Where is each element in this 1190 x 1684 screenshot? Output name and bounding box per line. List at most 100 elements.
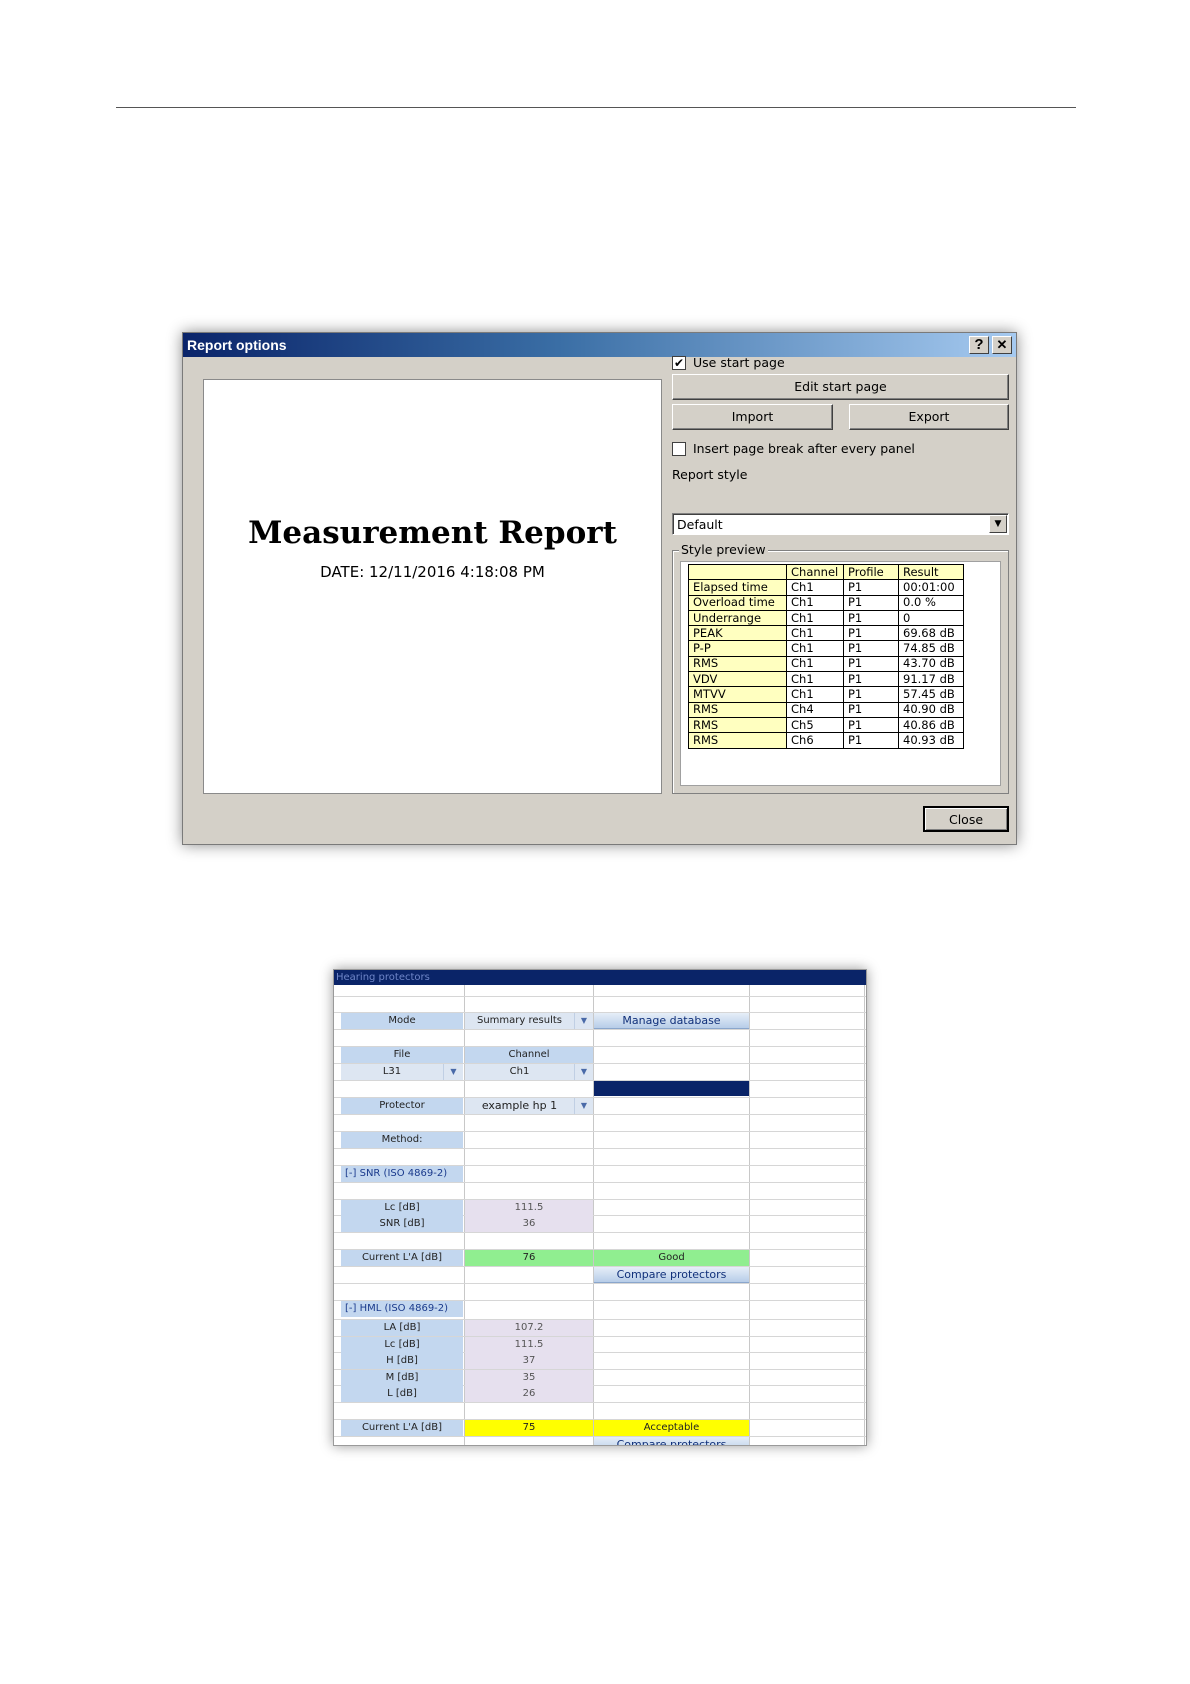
protector-select[interactable]: example hp 1	[465, 1098, 574, 1114]
style-table-cell: 91.17 dB	[898, 671, 964, 688]
close-button[interactable]: Close	[923, 806, 1009, 832]
style-table-row: RMS Ch4 P1 40.90 dB	[688, 701, 964, 718]
style-table-cell: Ch1	[786, 671, 844, 688]
style-table-header-cell: Result	[898, 563, 964, 581]
lc2-label: Lc [dB]	[341, 1337, 463, 1353]
grid-line	[334, 1402, 866, 1403]
grid-line	[334, 1148, 866, 1149]
manage-database-button[interactable]: Manage database	[594, 1013, 749, 1029]
style-table-cell: 40.90 dB	[898, 701, 964, 718]
style-table-cell: 00:01:00	[898, 579, 964, 596]
style-table-cell: 40.93 dB	[898, 732, 964, 749]
lc-label: Lc [dB]	[341, 1200, 463, 1216]
mode-label: Mode	[341, 1013, 463, 1029]
mode-dropdown-icon[interactable]: ▼	[574, 1013, 593, 1029]
grid-line	[334, 1029, 866, 1030]
style-preview-table: Channel Profile Result Elapsed time Ch1 P1 00:…	[688, 563, 964, 749]
l-label: L [dB]	[341, 1386, 463, 1402]
style-table-cell: RMS	[688, 716, 787, 734]
style-table-cell: Ch1	[786, 579, 844, 596]
h-label: H [dB]	[341, 1353, 463, 1369]
grid-line	[334, 1232, 866, 1233]
current-la-hml-label: Current L'A [dB]	[341, 1420, 463, 1436]
file-select[interactable]: L31	[341, 1064, 443, 1080]
file-dropdown-icon[interactable]: ▼	[443, 1064, 463, 1080]
file-label: File	[341, 1047, 463, 1063]
use-start-page-label: Use start page	[693, 355, 785, 370]
style-table-cell: RMS	[688, 732, 787, 749]
style-table-cell: P-P	[688, 640, 787, 657]
style-table-header-row: Channel Profile Result	[688, 563, 964, 581]
style-table-cell: Overload time	[688, 594, 787, 611]
snr-rating-badge: Good	[594, 1250, 749, 1266]
use-start-page-checkbox[interactable]: ✔	[672, 355, 686, 370]
style-preview-area: Channel Profile Result Elapsed time Ch1 P1 00:…	[680, 561, 1001, 786]
channel-select[interactable]: Ch1	[465, 1064, 574, 1080]
page-header-rule	[116, 107, 1076, 108]
style-table-cell: Ch1	[786, 655, 844, 673]
mode-select[interactable]: Summary results	[465, 1013, 574, 1029]
style-table-cell: P1	[843, 609, 899, 627]
compare-protectors-button-2[interactable]: Compare protectors	[594, 1437, 749, 1445]
style-table-cell: P1	[843, 594, 899, 611]
snr-label: SNR [dB]	[341, 1216, 463, 1232]
style-table-cell: P1	[843, 640, 899, 657]
style-table-cell: P1	[843, 655, 899, 673]
compare-protectors-button[interactable]: Compare protectors	[594, 1267, 749, 1283]
grid-line	[334, 1283, 866, 1284]
style-table-cell: P1	[843, 716, 899, 734]
style-table-cell: 43.70 dB	[898, 655, 964, 673]
style-table-cell: Ch1	[786, 625, 844, 642]
style-preview-label: Style preview	[679, 542, 768, 557]
style-table-cell: Ch1	[786, 640, 844, 657]
style-table-row: MTVV Ch1 P1 57.45 dB	[688, 686, 964, 703]
style-table-cell: P1	[843, 625, 899, 642]
style-table-cell: 40.86 dB	[898, 716, 964, 734]
use-start-page-row[interactable]: ✔ Use start page	[672, 355, 785, 370]
grid-line	[334, 996, 866, 997]
import-button[interactable]: Import	[672, 404, 833, 430]
close-icon[interactable]: ✕	[992, 336, 1012, 354]
style-table-cell: P1	[843, 732, 899, 749]
style-table-cell: 74.85 dB	[898, 640, 964, 657]
help-button[interactable]: ?	[969, 336, 989, 354]
page-break-checkbox[interactable]	[672, 441, 686, 456]
grid-line	[334, 1182, 866, 1183]
report-style-label: Report style	[672, 467, 748, 482]
la-value: 107.2	[465, 1320, 593, 1336]
style-table-cell: P1	[843, 686, 899, 703]
current-la-hml-value: 75	[465, 1420, 593, 1436]
snr-value: 36	[465, 1216, 593, 1232]
channel-dropdown-icon[interactable]: ▼	[574, 1064, 593, 1080]
snr-section-toggle[interactable]: [-] SNR (ISO 4869-2)	[341, 1166, 463, 1182]
style-table-cell: MTVV	[688, 686, 787, 703]
style-table-cell: Elapsed time	[688, 579, 787, 596]
report-style-select[interactable]: Default ▼	[672, 513, 1009, 535]
style-table-cell: Ch4	[786, 701, 844, 718]
style-table-cell: 57.45 dB	[898, 686, 964, 703]
channel-label: Channel	[465, 1047, 593, 1063]
style-table-header-cell: Channel	[786, 563, 844, 581]
style-table-cell: Ch1	[786, 686, 844, 703]
style-table-row: RMS Ch1 P1 43.70 dB	[688, 655, 964, 673]
page-break-row[interactable]: Insert page break after every panel	[672, 441, 915, 456]
chevron-down-icon[interactable]: ▼	[989, 515, 1007, 533]
style-table-cell: Ch6	[786, 732, 844, 749]
hearing-protectors-panel: Hearing protectors Mode Summary results …	[333, 969, 867, 1446]
style-table-cell: Ch1	[786, 609, 844, 627]
export-button[interactable]: Export	[849, 404, 1009, 430]
style-table-row: Underrange Ch1 P1 0	[688, 609, 964, 627]
style-table-header-cell: Profile	[843, 563, 899, 581]
style-table-row: VDV Ch1 P1 91.17 dB	[688, 671, 964, 688]
m-label: M [dB]	[341, 1370, 463, 1386]
hml-rating-badge: Acceptable	[594, 1420, 749, 1436]
style-table-cell: Ch1	[786, 594, 844, 611]
dialog-titlebar: Report options ? ✕	[183, 333, 1016, 357]
hml-section-toggle[interactable]: [-] HML (ISO 4869-2)	[341, 1301, 463, 1317]
style-table-cell: Underrange	[688, 609, 787, 627]
style-table-row: RMS Ch5 P1 40.86 dB	[688, 716, 964, 734]
style-table-cell: P1	[843, 701, 899, 718]
protector-dropdown-icon[interactable]: ▼	[574, 1098, 593, 1114]
edit-start-page-button[interactable]: Edit start page	[672, 374, 1009, 400]
report-style-value: Default	[677, 517, 723, 532]
